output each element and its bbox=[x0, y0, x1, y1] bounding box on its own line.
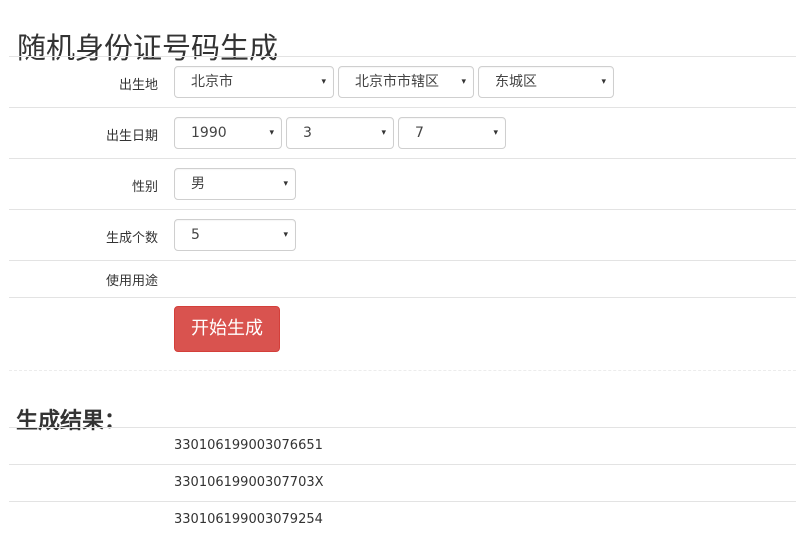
city-select[interactable]: 北京市市辖区 ▾ bbox=[338, 66, 474, 98]
chevron-down-icon: ▾ bbox=[461, 77, 466, 87]
gender-label: 性别 bbox=[131, 180, 158, 195]
divider bbox=[9, 209, 796, 210]
chevron-down-icon: ▾ bbox=[381, 128, 386, 138]
chevron-down-icon: ▾ bbox=[321, 77, 326, 87]
year-select[interactable]: 1990 ▾ bbox=[174, 117, 282, 149]
purpose-label: 使用用途 bbox=[105, 274, 158, 289]
province-value: 北京市 bbox=[191, 74, 233, 90]
chevron-down-icon: ▾ bbox=[283, 230, 288, 240]
divider bbox=[9, 501, 796, 502]
result-item: 330106199003079254 bbox=[174, 512, 323, 527]
month-select[interactable]: 3 ▾ bbox=[286, 117, 394, 149]
chevron-down-icon: ▾ bbox=[493, 128, 498, 138]
province-select[interactable]: 北京市 ▾ bbox=[174, 66, 334, 98]
divider bbox=[9, 464, 796, 465]
divider bbox=[9, 260, 796, 261]
month-value: 3 bbox=[303, 125, 312, 141]
day-select[interactable]: 7 ▾ bbox=[398, 117, 506, 149]
count-label: 生成个数 bbox=[105, 231, 158, 246]
page-title: 随机身份证号码生成 bbox=[17, 31, 279, 66]
divider bbox=[9, 427, 796, 428]
divider bbox=[9, 158, 796, 159]
result-item: 33010619900307703X bbox=[174, 475, 324, 490]
divider bbox=[9, 370, 796, 371]
count-value: 5 bbox=[191, 227, 200, 243]
chevron-down-icon: ▾ bbox=[283, 179, 288, 189]
gender-select[interactable]: 男 ▾ bbox=[174, 168, 296, 200]
divider bbox=[9, 297, 796, 298]
gender-value: 男 bbox=[191, 176, 205, 192]
count-select[interactable]: 5 ▾ bbox=[174, 219, 296, 251]
year-value: 1990 bbox=[191, 125, 227, 141]
results-title: 生成结果： bbox=[16, 409, 127, 435]
district-value: 东城区 bbox=[495, 74, 537, 90]
city-value: 北京市市辖区 bbox=[355, 74, 439, 90]
birthdate-label: 出生日期 bbox=[105, 129, 158, 144]
birthplace-label: 出生地 bbox=[118, 78, 158, 93]
district-select[interactable]: 东城区 ▾ bbox=[478, 66, 614, 98]
day-value: 7 bbox=[415, 125, 424, 141]
divider bbox=[9, 107, 796, 108]
generate-button[interactable]: 开始生成 bbox=[174, 306, 280, 352]
chevron-down-icon: ▾ bbox=[601, 77, 606, 87]
chevron-down-icon: ▾ bbox=[269, 128, 274, 138]
result-item: 330106199003076651 bbox=[174, 438, 323, 453]
divider bbox=[9, 56, 796, 57]
